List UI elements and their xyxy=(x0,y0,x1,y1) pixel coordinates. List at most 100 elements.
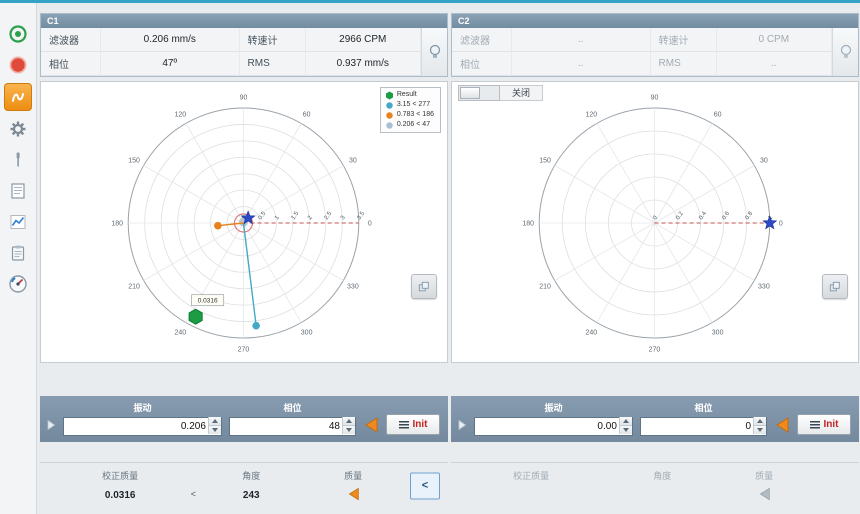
svg-text:0.2: 0.2 xyxy=(675,210,685,221)
speed-gauge-icon xyxy=(9,275,27,293)
toolbar-sidebar xyxy=(0,3,37,514)
less-than-symbol: < xyxy=(190,489,196,499)
bulb-icon xyxy=(429,44,440,58)
svg-text:240: 240 xyxy=(174,330,186,337)
angle-label: 角度 xyxy=(653,471,672,481)
main-area: C1 滤波器 0.206 mm/s 转速计 2966 CPM 相位 47º RM… xyxy=(37,3,860,514)
svg-text:60: 60 xyxy=(714,111,722,118)
channel-panel-c2: C2 滤波器 .. 转速计 0 CPM 相位 .. RMS .. 0 30 60… xyxy=(451,13,859,508)
clipboard-button[interactable] xyxy=(3,240,33,266)
vibration-label: 振动 xyxy=(133,403,152,413)
svg-text:120: 120 xyxy=(585,111,597,118)
svg-text:210: 210 xyxy=(539,284,551,291)
mass-arrow-button[interactable] xyxy=(758,486,771,502)
vibration-input[interactable] xyxy=(63,417,222,436)
balance-control-bar-c2: 振动 相位 In xyxy=(451,396,859,442)
phase-input[interactable] xyxy=(639,417,767,436)
legend-item: 0.783 < 186 xyxy=(385,110,434,120)
toggle-switch[interactable] xyxy=(458,85,500,101)
correction-mass-value: 0.0316 xyxy=(104,490,136,501)
filter-value: .. xyxy=(512,28,651,52)
vibration-spinner[interactable] xyxy=(207,417,221,434)
phase-value: .. xyxy=(512,52,651,76)
trend-chart-button[interactable] xyxy=(3,209,33,235)
sensor-probe-button[interactable] xyxy=(3,147,33,173)
start-record-button[interactable] xyxy=(3,21,33,47)
init-button[interactable]: Init xyxy=(797,414,851,435)
phase-label: 相位 xyxy=(41,52,101,76)
legend-item: 3.15 < 277 xyxy=(385,100,434,110)
vibration-input[interactable] xyxy=(474,417,633,436)
phase-spinner[interactable] xyxy=(342,417,355,434)
collapse-panel-button[interactable]: < xyxy=(410,472,440,499)
orange-left-arrow-icon xyxy=(365,417,378,433)
balancing-mode-button[interactable] xyxy=(4,83,32,111)
phase-spinner[interactable] xyxy=(753,417,766,434)
speed-gauge-button[interactable] xyxy=(3,271,33,297)
copy-chart-icon xyxy=(829,281,840,291)
init-button-label: Init xyxy=(823,419,839,430)
svg-text:1.5: 1.5 xyxy=(291,210,301,221)
balance-control-bar-c1: 振动 相位 In xyxy=(40,396,448,442)
play-triangle-icon xyxy=(47,419,56,431)
svg-text:90: 90 xyxy=(240,95,248,102)
svg-text:0.0316: 0.0316 xyxy=(198,298,218,305)
export-chart-button[interactable] xyxy=(411,274,437,299)
init-button[interactable]: Init xyxy=(386,414,440,435)
svg-text:210: 210 xyxy=(128,284,140,291)
stop-record-button[interactable] xyxy=(3,52,33,78)
export-chart-button[interactable] xyxy=(822,274,848,299)
panel-title: C1 xyxy=(41,14,447,28)
phase-value: 47º xyxy=(101,52,240,76)
hint-bulb-button[interactable] xyxy=(832,28,858,76)
report-button[interactable] xyxy=(3,178,33,204)
svg-text:0: 0 xyxy=(779,221,783,228)
svg-text:0.5: 0.5 xyxy=(258,210,268,221)
trend-chart-icon xyxy=(10,215,26,229)
svg-text:0: 0 xyxy=(368,221,372,228)
orange-left-arrow-icon xyxy=(348,487,359,501)
vibration-label: 振动 xyxy=(544,403,563,413)
mass-label: 质量 xyxy=(755,471,774,481)
apply-arrow-button[interactable] xyxy=(774,415,790,435)
tacho-label: 转速计 xyxy=(239,28,306,52)
phase-input[interactable] xyxy=(228,417,356,436)
channel-header-c2: C2 滤波器 .. 转速计 0 CPM 相位 .. RMS .. xyxy=(451,13,859,77)
balancing-mode-icon xyxy=(12,93,24,102)
svg-text:150: 150 xyxy=(128,158,140,165)
apply-arrow-button[interactable] xyxy=(363,415,379,435)
init-button-label: Init xyxy=(412,419,428,430)
svg-text:120: 120 xyxy=(174,111,186,118)
svg-text:300: 300 xyxy=(301,330,313,337)
mass-label: 质量 xyxy=(344,471,363,481)
measurement-info-grid: 滤波器 0.206 mm/s 转速计 2966 CPM 相位 47º RMS 0… xyxy=(41,28,421,76)
expand-toggle-button[interactable] xyxy=(457,419,467,431)
channel-panel-c1: C1 滤波器 0.206 mm/s 转速计 2966 CPM 相位 47º RM… xyxy=(40,13,448,508)
polar-chart-svg-c2: 03060901201501802102402703003300 0.2 0.4 0.… xyxy=(522,95,783,354)
clipboard-icon xyxy=(11,245,25,261)
copy-chart-icon xyxy=(418,281,429,291)
correction-mass-label: 校正质量 xyxy=(513,471,550,481)
start-record-icon xyxy=(9,25,27,43)
svg-text:1: 1 xyxy=(274,214,281,221)
orange-left-arrow-icon xyxy=(776,417,789,433)
vibration-spinner[interactable] xyxy=(618,417,632,434)
svg-text:90: 90 xyxy=(651,95,659,102)
legend-item: 0.206 < 47 xyxy=(385,120,434,130)
rms-label: RMS xyxy=(650,52,717,76)
phase-label: 相位 xyxy=(452,52,512,76)
svg-text:180: 180 xyxy=(522,221,534,228)
list-icon xyxy=(398,420,409,429)
expand-toggle-button[interactable] xyxy=(46,419,56,431)
svg-text:30: 30 xyxy=(349,158,357,165)
svg-text:0.4: 0.4 xyxy=(698,210,708,221)
mass-arrow-button[interactable] xyxy=(347,486,360,502)
angle-label: 角度 xyxy=(242,471,261,481)
filter-label: 滤波器 xyxy=(41,28,101,52)
settings-gear-icon xyxy=(10,121,26,137)
toggle-label: 关闭 xyxy=(500,85,544,101)
tacho-label: 转速计 xyxy=(650,28,717,52)
filter-label: 滤波器 xyxy=(452,28,512,52)
hint-bulb-button[interactable] xyxy=(421,28,447,76)
settings-button[interactable] xyxy=(3,116,33,142)
